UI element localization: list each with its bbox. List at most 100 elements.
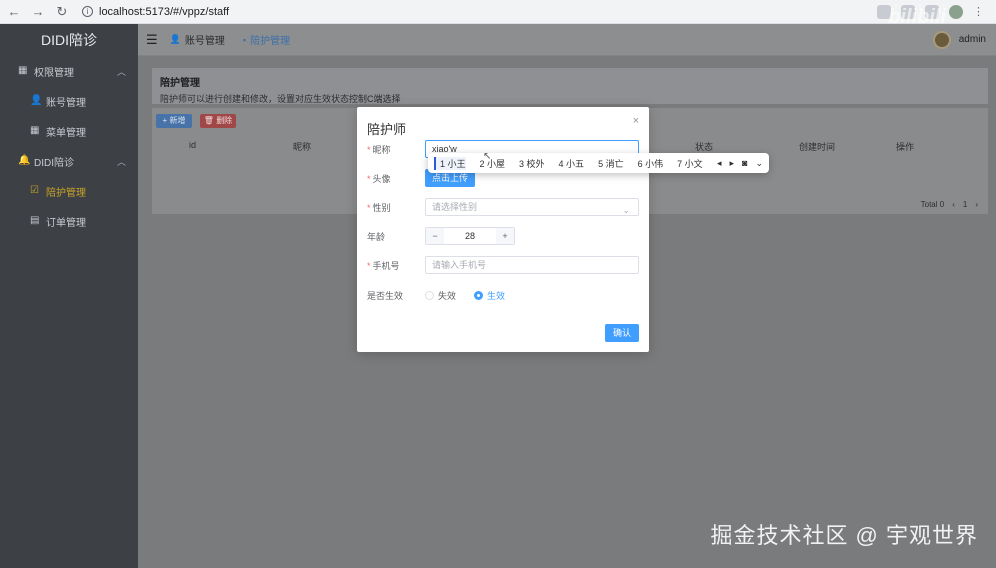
ime-candidate[interactable]: 4 小五: [559, 157, 585, 170]
info-icon[interactable]: i: [82, 6, 93, 17]
menu-icon[interactable]: ⋮: [973, 5, 984, 18]
menu-item-orders[interactable]: ▤ 订单管理: [0, 206, 138, 236]
staff-dialog: 陪护师 × * 昵称 xiao'w * 头像 点击上传 * 性别 请选择性别 ⌄ 年龄…: [357, 107, 649, 352]
user-icon: 👤: [30, 95, 43, 106]
pagination: Total 0 ‹ 1 ›: [921, 200, 978, 209]
browser-toolbar: ← → ↻ i localhost:5173/#/vppz/staff ⋮: [0, 0, 996, 24]
menu-item-label: 陪护管理: [46, 187, 86, 199]
ime-candidate[interactable]: 5 消亡: [598, 157, 624, 170]
active-row: 是否生效 失效 生效: [367, 286, 523, 304]
gender-label: * 性别: [367, 202, 391, 213]
column-header-created: 创建时间: [799, 142, 836, 152]
avatar-label: * 头像: [367, 173, 391, 184]
address-bar[interactable]: i localhost:5173/#/vppz/staff: [76, 3, 235, 21]
minus-icon[interactable]: −: [426, 228, 444, 244]
page-description: 陪护师可以进行创建和修改，设置对应生效状态控制C端选择: [160, 94, 401, 104]
age-row: 年龄 − 28 +: [367, 227, 515, 245]
phone-label: * 手机号: [367, 260, 400, 271]
next-page-icon[interactable]: ›: [975, 200, 978, 209]
avatar: [932, 30, 951, 49]
delete-label: 删除: [216, 116, 233, 125]
column-header-status: 状态: [695, 142, 714, 152]
confirm-button[interactable]: 确认: [605, 324, 639, 342]
app-logo: DIDI陪诊: [41, 32, 97, 48]
ime-candidate-bar: 1 小王 2 小屋 3 校外 4 小五 5 消亡 6 小伟 7 小文 ◂ ▸ ◙…: [428, 153, 769, 173]
radio-dot: [425, 290, 434, 300]
delete-button[interactable]: 🗑 删除: [200, 114, 236, 128]
document-icon: ▤: [30, 215, 40, 226]
username: admin: [958, 34, 986, 45]
reload-icon[interactable]: ↻: [52, 2, 72, 22]
tab-staff[interactable]: ▪ 陪护管理: [242, 32, 291, 48]
radio-label: 失效: [438, 290, 457, 301]
url-text: localhost:5173/#/vppz/staff: [99, 5, 230, 18]
chevron-up-icon: ︿: [116, 66, 126, 77]
page-header-card: 陪护管理 陪护师可以进行创建和修改，设置对应生效状态控制C端选择: [152, 68, 988, 104]
bell-icon: 🔔: [18, 155, 31, 166]
phone-input[interactable]: 请输入手机号: [425, 256, 639, 274]
mouse-cursor-icon: ↖: [483, 151, 492, 162]
square-icon: ▪: [242, 34, 247, 45]
back-icon[interactable]: ←: [4, 2, 24, 22]
radio-inactive[interactable]: 失效: [425, 289, 456, 302]
dialog-title: 陪护师: [367, 122, 407, 137]
menu-item-label: 订单管理: [46, 217, 86, 229]
close-icon[interactable]: ×: [633, 115, 639, 127]
checklist-icon: ☑: [30, 185, 39, 196]
ime-candidate[interactable]: 7 小文: [677, 157, 703, 170]
tab-label: 账号管理: [184, 36, 225, 47]
radio-dot: [474, 290, 484, 300]
tab-accounts[interactable]: 👤 账号管理: [170, 32, 225, 47]
watermark: 掘金技术社区 @ 宇观世界: [710, 523, 978, 548]
page-number[interactable]: 1: [963, 200, 967, 209]
nickname-label: * 昵称: [367, 144, 391, 155]
menu-group-label: 权限管理: [34, 67, 74, 79]
profile-icon[interactable]: [949, 4, 963, 19]
grid-icon: ▦: [18, 65, 28, 76]
ime-candidate[interactable]: 6 小伟: [638, 157, 664, 170]
age-value[interactable]: 28: [444, 231, 496, 241]
ime-candidate[interactable]: 1 小王: [434, 156, 466, 170]
tab-label: 陪护管理: [250, 36, 291, 47]
total-count: Total 0: [920, 200, 945, 209]
top-bar: ☰ 👤 账号管理 ▪ 陪护管理 admin: [138, 24, 996, 56]
ime-expand-icon[interactable]: ⌄: [755, 158, 763, 169]
hamburger-icon[interactable]: ☰: [146, 32, 158, 48]
gender-placeholder: 请选择性别: [432, 202, 478, 212]
column-header-id: id: [189, 140, 197, 150]
menu-item-staff[interactable]: ☑ 陪护管理: [0, 176, 138, 206]
ime-tools: ◂ ▸ ◙ ⌄: [717, 158, 763, 169]
ime-sticker-icon[interactable]: ◙: [742, 158, 747, 169]
age-stepper[interactable]: − 28 +: [425, 227, 515, 245]
user-menu[interactable]: admin: [932, 30, 986, 49]
column-header-actions: 操作: [896, 142, 915, 152]
ime-next-icon[interactable]: ▸: [729, 158, 734, 169]
menu-group-permissions[interactable]: ▦ 权限管理 ︿: [0, 56, 138, 86]
phone-row: * 手机号 请输入手机号: [367, 256, 639, 274]
menu-group-label: DIDI陪诊: [34, 157, 74, 169]
menu-item-label: 菜单管理: [46, 127, 86, 139]
gender-select[interactable]: 请选择性别 ⌄: [425, 198, 639, 216]
menu-item-menus[interactable]: ▦ 菜单管理: [0, 116, 138, 146]
gender-row: * 性别 请选择性别 ⌄: [367, 198, 639, 216]
active-label: 是否生效: [367, 290, 404, 301]
radio-label: 生效: [487, 290, 506, 301]
chevron-up-icon: ︿: [116, 156, 126, 167]
sidebar: DIDI陪诊 ▦ 权限管理 ︿ 👤 账号管理 ▦ 菜单管理 🔔 DIDI陪诊 ︿…: [0, 24, 138, 568]
page-title: 陪护管理: [160, 78, 200, 89]
add-button[interactable]: + 新增: [156, 114, 192, 128]
menu-item-accounts[interactable]: 👤 账号管理: [0, 86, 138, 116]
radio-active[interactable]: 生效: [474, 289, 505, 302]
ime-candidate[interactable]: 3 校外: [519, 157, 545, 170]
menu-grid-icon: ▦: [30, 125, 40, 136]
plus-icon[interactable]: +: [496, 228, 514, 244]
menu-item-label: 账号管理: [46, 97, 86, 109]
forward-icon[interactable]: →: [28, 2, 48, 22]
menu-group-didi[interactable]: 🔔 DIDI陪诊 ︿: [0, 146, 138, 176]
age-label: 年龄: [367, 231, 386, 242]
prev-page-icon[interactable]: ‹: [952, 200, 955, 209]
user-icon: 👤: [169, 34, 181, 44]
column-header-nickname: 昵称: [293, 142, 312, 152]
ime-prev-icon[interactable]: ◂: [717, 158, 722, 169]
chevron-down-icon: ⌄: [622, 205, 630, 215]
